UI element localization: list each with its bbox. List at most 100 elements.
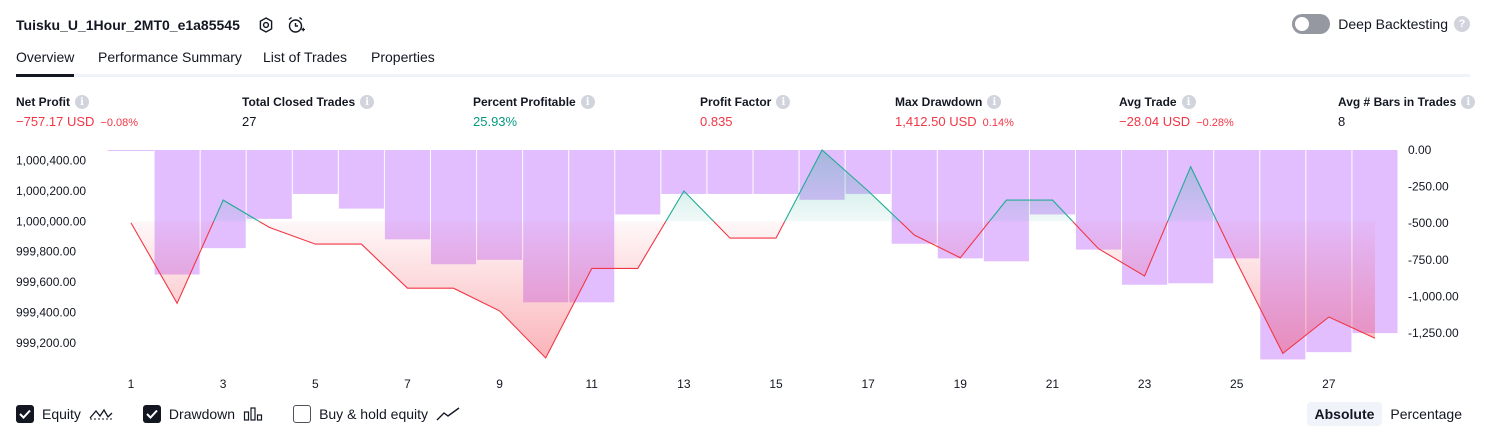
x-axis-tick-label: 13 [677, 377, 691, 391]
metric-label: Net Profit [16, 95, 70, 109]
drawdown-bar [753, 150, 799, 194]
info-icon[interactable]: i [987, 95, 1002, 109]
right-axis-tick-label: -250.00 [1408, 180, 1449, 194]
left-axis-tick-label: 999,200.00 [16, 336, 76, 350]
settings-icon[interactable] [256, 15, 276, 35]
right-axis: 0.00 -250.00 -500.00 -750.00 -1,000.00 -1,250… [1408, 143, 1459, 340]
metric-value: 8 [1338, 114, 1346, 129]
metric-label: Max Drawdown [895, 95, 983, 109]
drawdown-bars-icon [243, 406, 263, 422]
x-axis-tick-label: 19 [954, 377, 968, 391]
x-axis-tick-label: 15 [769, 377, 783, 391]
info-icon[interactable]: i [580, 95, 595, 109]
left-axis: 1,000,400.00 1,000,200.00 1,000,000.00 999,… [16, 154, 86, 350]
right-axis-tick-label: 0.00 [1408, 143, 1432, 157]
x-axis-tick-label: 7 [404, 377, 411, 391]
metric-label: Avg Trade [1119, 95, 1177, 109]
info-icon[interactable]: i [1461, 95, 1476, 109]
metric-percent: 0.14% [982, 117, 1014, 129]
left-axis-tick-label: 1,000,200.00 [16, 184, 86, 198]
legend-label: Drawdown [168, 406, 236, 422]
tab-overview[interactable]: Overview [16, 46, 75, 77]
toggle-knob [1295, 17, 1310, 31]
metric-value: −28.04 USD [1119, 114, 1191, 129]
left-axis-tick-label: 1,000,000.00 [16, 214, 86, 228]
deep-backtesting: Deep Backtesting ? [1292, 14, 1470, 34]
buy-hold-checkbox[interactable] [293, 405, 312, 423]
metric-net-profit: Net Profit i −757.17 USD −0.08% [16, 94, 138, 130]
metric-total-closed-trades: Total Closed Trades i 27 [242, 94, 375, 130]
legend-equity[interactable]: Equity [16, 405, 113, 423]
info-icon[interactable]: i [75, 95, 89, 109]
buy-hold-line-icon [436, 406, 460, 422]
legend-drawdown[interactable]: Drawdown [142, 405, 263, 423]
equity-checkbox[interactable] [16, 405, 34, 423]
left-axis-tick-label: 999,400.00 [16, 305, 76, 319]
metric-max-drawdown: Max Drawdown i 1,412.50 USD 0.14% [895, 94, 1014, 130]
metric-percent-profitable: Percent Profitable i 25.93% [473, 94, 595, 130]
x-axis-tick-label: 23 [1138, 377, 1152, 391]
chart-legend: Equity Drawdown Buy & hold equity [16, 404, 490, 424]
metric-label: Percent Profitable [473, 95, 576, 109]
mode-percentage[interactable]: Percentage [1382, 402, 1470, 426]
mode-absolute[interactable]: Absolute [1306, 402, 1383, 426]
metric-value: −757.17 USD [16, 114, 95, 129]
right-axis-tick-label: -750.00 [1408, 253, 1449, 267]
help-icon[interactable]: ? [1454, 16, 1470, 32]
deep-backtesting-toggle[interactable] [1292, 14, 1331, 34]
metric-value: 25.93% [473, 114, 518, 129]
x-axis-tick-label: 25 [1230, 377, 1244, 391]
scale-mode-switch: Absolute Percentage [1306, 402, 1471, 426]
legend-label: Buy & hold equity [319, 406, 429, 422]
right-axis-tick-label: -1,000.00 [1408, 289, 1459, 303]
x-axis-tick-label: 21 [1046, 377, 1060, 391]
drawdown-bar [246, 150, 292, 219]
legend-buy-hold-equity[interactable]: Buy & hold equity [293, 405, 460, 423]
drawdown-bar [108, 150, 155, 151]
metric-percent: −0.28% [1196, 117, 1234, 129]
metric-profit-factor: Profit Factor i 0.835 [700, 94, 791, 130]
left-axis-tick-label: 999,800.00 [16, 245, 76, 259]
metric-value: 1,412.50 USD [895, 114, 977, 129]
equity-drawdown-chart[interactable]: 1,000,400.00 1,000,200.00 1,000,000.00 999,… [0, 140, 1486, 395]
x-axis-tick-label: 17 [861, 377, 875, 391]
tab-performance-summary[interactable]: Performance Summary [98, 46, 242, 74]
x-axis-tick-label: 5 [312, 377, 319, 391]
drawdown-checkbox[interactable] [142, 405, 161, 423]
add-alert-icon[interactable] [286, 15, 306, 35]
metric-label: Profit Factor [700, 95, 772, 109]
drawdown-bar [338, 150, 384, 209]
left-axis-tick-label: 999,600.00 [16, 275, 76, 289]
right-axis-tick-label: -500.00 [1408, 216, 1449, 230]
deep-backtesting-label: Deep Backtesting [1338, 16, 1448, 32]
info-icon[interactable]: i [1181, 95, 1196, 109]
info-icon[interactable]: i [776, 95, 791, 109]
strategy-header: Tuisku_U_1Hour_2MT0_e1a85545 [16, 14, 306, 36]
metric-value: 0.835 [700, 114, 733, 129]
drawdown-bars [108, 150, 1398, 360]
legend-label: Equity [42, 406, 81, 422]
drawdown-bar [707, 150, 753, 194]
x-axis-tick-label: 3 [220, 377, 227, 391]
tab-list-of-trades[interactable]: List of Trades [263, 46, 347, 74]
metric-percent: −0.08% [100, 117, 139, 129]
x-axis: 1 3 5 7 9 11 13 15 17 19 21 23 25 27 [128, 377, 1336, 391]
x-axis-tick-label: 27 [1322, 377, 1336, 391]
metric-label: Avg # Bars in Trades [1338, 95, 1457, 109]
metric-value: 27 [242, 114, 257, 129]
equity-line-icon [89, 406, 113, 422]
metric-label: Total Closed Trades [242, 95, 356, 109]
left-axis-tick-label: 1,000,400.00 [16, 154, 86, 168]
right-axis-tick-label: -1,250.00 [1408, 326, 1459, 340]
x-axis-tick-label: 9 [496, 377, 503, 391]
info-icon[interactable]: i [360, 95, 375, 109]
metric-avg-trade: Avg Trade i −28.04 USD −0.28% [1119, 94, 1234, 130]
x-axis-tick-label: 1 [128, 377, 135, 391]
strategy-title: Tuisku_U_1Hour_2MT0_e1a85545 [16, 17, 240, 33]
drawdown-bar [661, 150, 707, 194]
x-axis-tick-label: 11 [585, 377, 598, 391]
tab-properties[interactable]: Properties [371, 46, 435, 74]
metric-avg-bars-in-trades: Avg # Bars in Trades i 8 [1338, 94, 1476, 130]
report-tabs: Overview Performance Summary List of Tra… [16, 46, 1470, 77]
drawdown-bar [292, 150, 338, 194]
